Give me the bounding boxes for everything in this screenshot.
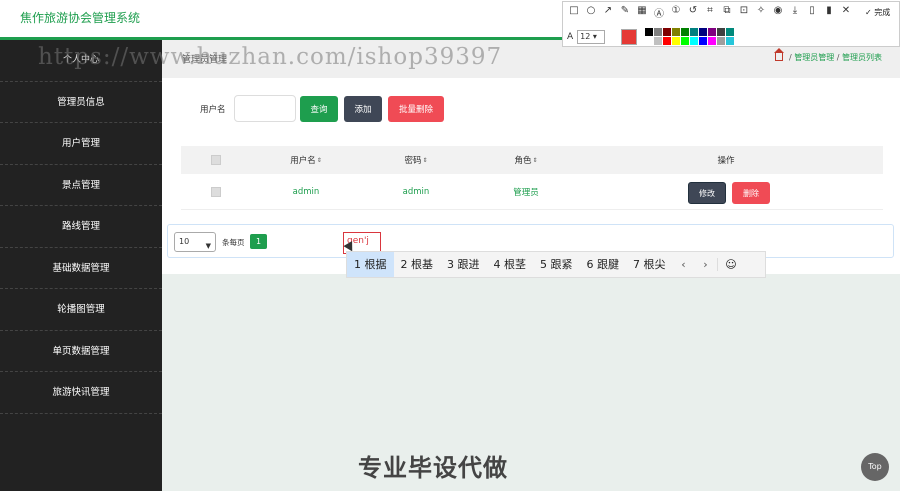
color-swatch[interactable] — [690, 28, 699, 36]
color-swatch[interactable] — [708, 28, 717, 36]
add-button[interactable]: 添加 — [344, 96, 382, 122]
color-swatch[interactable] — [690, 37, 699, 45]
color-swatch[interactable] — [654, 28, 663, 36]
color-swatch[interactable] — [726, 28, 735, 36]
bookmark-icon[interactable]: ▮ — [822, 5, 836, 20]
screenshot-tools: □ ○ ↗ ✎ ▦ Ⓐ ① ↺ ⌗ ⧉ ⊡ ✧ ◉ ⤓ ▯ ▮ ✕ — [567, 5, 853, 20]
number-icon[interactable]: ① — [669, 5, 683, 20]
ime-candidate-bar: 1 根据 2 根基 3 跟进 4 根茎 5 跟紧 6 跟腱 7 根尖 ‹ › ☺ — [346, 251, 766, 278]
username-label: 用户名 — [200, 105, 226, 115]
watermark: https://www.huzhan.com/ishop39397 — [38, 44, 503, 70]
select-all-checkbox[interactable] — [211, 155, 221, 165]
color-swatch[interactable] — [717, 28, 726, 36]
cell-role: 管理员 — [513, 187, 539, 198]
sidebar-item-base-data[interactable]: 基础数据管理 — [0, 248, 162, 289]
ime-prev-icon[interactable]: ‹ — [673, 258, 695, 271]
ellipse-icon[interactable]: ○ — [584, 5, 598, 20]
emoji-icon[interactable]: ☺ — [716, 258, 745, 271]
text-tool-icon[interactable]: Ⓐ — [652, 5, 666, 20]
table-row: admin admin 管理员 修改 删除 — [181, 174, 883, 210]
screenshot-toolbar: □ ○ ↗ ✎ ▦ Ⓐ ① ↺ ⌗ ⧉ ⊡ ✧ ◉ ⤓ ▯ ▮ ✕ ✓ 完成 A… — [562, 1, 900, 47]
ime-next-icon[interactable]: › — [695, 258, 717, 271]
ime-candidate[interactable]: 3 跟进 — [440, 252, 487, 277]
sort-icon: ⇕ — [532, 156, 538, 164]
column-header-role[interactable]: 角色 ⇕ — [486, 146, 566, 174]
sidebar: 个人中心 管理员信息 用户管理 景点管理 路线管理 基础数据管理 轮播图管理 单… — [0, 40, 162, 491]
record-icon[interactable]: ◉ — [771, 5, 785, 20]
sidebar-item-single-page-data[interactable]: 单页数据管理 — [0, 331, 162, 372]
sidebar-item-admin-info[interactable]: 管理员信息 — [0, 82, 162, 123]
column-header-actions: 操作 — [717, 156, 735, 166]
cell-password: admin — [402, 186, 430, 197]
page-number-current[interactable]: 1 — [250, 234, 267, 249]
app-title: 焦作旅游协会管理系统 — [20, 11, 141, 25]
edit-button[interactable]: 修改 — [688, 182, 726, 204]
breadcrumb-item-admin-list: 管理员列表 — [842, 53, 882, 62]
home-icon[interactable] — [774, 48, 785, 61]
delete-button[interactable]: 删除 — [732, 182, 770, 204]
page-size-select[interactable]: 10 ▼ — [174, 232, 216, 252]
mosaic-icon[interactable]: ▦ — [635, 5, 649, 20]
color-swatch[interactable] — [645, 37, 654, 45]
ime-candidate[interactable]: 6 跟腱 — [580, 252, 627, 277]
query-button[interactable]: 查询 — [300, 96, 338, 122]
username-search-input[interactable] — [234, 95, 296, 122]
color-swatch[interactable] — [663, 37, 672, 45]
sidebar-item-scenic-spots[interactable]: 景点管理 — [0, 165, 162, 206]
pen-icon[interactable]: ✎ — [618, 5, 632, 20]
rectangle-icon[interactable]: □ — [567, 5, 581, 20]
download-icon[interactable]: ⤓ — [788, 5, 802, 20]
color-swatch[interactable] — [681, 28, 690, 36]
crop-icon[interactable]: ⌗ — [703, 5, 717, 20]
color-swatch[interactable] — [717, 37, 726, 45]
copy-icon[interactable]: ⧉ — [720, 5, 734, 20]
arrow-icon[interactable]: ↗ — [601, 5, 615, 20]
sidebar-item-routes[interactable]: 路线管理 — [0, 206, 162, 248]
ime-candidate[interactable]: 1 根据 — [347, 252, 394, 277]
admin-table: 用户名 ⇕ 密码 ⇕ 角色 ⇕ 操作 admin admin 管理员 修改 删除 — [181, 146, 883, 210]
back-to-top-button[interactable]: Top — [861, 453, 889, 481]
ime-candidate[interactable]: 7 根尖 — [626, 252, 673, 277]
sidebar-item-user-management[interactable]: 用户管理 — [0, 123, 162, 165]
promo-text: 专业毕设代做 — [358, 454, 508, 482]
sort-icon: ⇕ — [422, 156, 428, 164]
current-color-swatch[interactable] — [621, 28, 638, 45]
color-swatch[interactable] — [699, 37, 708, 45]
done-button[interactable]: ✓ 完成 — [865, 7, 890, 18]
table-header: 用户名 ⇕ 密码 ⇕ 角色 ⇕ 操作 — [181, 146, 883, 174]
phone-icon[interactable]: ▯ — [805, 5, 819, 20]
pin-icon[interactable]: ✧ — [754, 5, 768, 20]
color-swatch[interactable] — [726, 37, 735, 45]
breadcrumb: / 管理员管理 / 管理员列表 — [774, 48, 882, 63]
column-header-username[interactable]: 用户名 ⇕ — [266, 146, 346, 174]
ime-candidate[interactable]: 5 跟紧 — [533, 252, 580, 277]
per-page-label: 条每页 — [222, 238, 245, 247]
row-checkbox[interactable] — [211, 186, 221, 197]
sort-icon: ⇕ — [316, 156, 322, 164]
color-swatch[interactable] — [654, 37, 663, 45]
color-swatch[interactable] — [672, 37, 681, 45]
font-size-icon: A — [567, 31, 574, 42]
color-palette — [645, 28, 735, 45]
close-icon[interactable]: ✕ — [839, 5, 853, 20]
ime-candidate[interactable]: 4 根茎 — [487, 252, 534, 277]
color-swatch[interactable] — [663, 28, 672, 36]
ocr-icon[interactable]: ⊡ — [737, 5, 751, 20]
color-swatch[interactable] — [681, 37, 690, 45]
sidebar-item-carousel[interactable]: 轮播图管理 — [0, 289, 162, 331]
cell-username: admin — [292, 186, 320, 197]
column-header-password[interactable]: 密码 ⇕ — [376, 146, 456, 174]
sidebar-item-travel-news[interactable]: 旅游快讯管理 — [0, 372, 162, 414]
bulk-delete-button[interactable]: 批量删除 — [388, 96, 444, 122]
chevron-down-icon: ▼ — [205, 242, 211, 250]
color-swatch[interactable] — [645, 28, 654, 36]
ime-candidate[interactable]: 2 根基 — [394, 252, 441, 277]
font-size-select[interactable]: 12 ▾ — [577, 29, 606, 44]
undo-icon[interactable]: ↺ — [686, 5, 700, 20]
color-swatch[interactable] — [699, 28, 708, 36]
text-style-controls: A 12 ▾ — [567, 28, 735, 45]
color-swatch[interactable] — [708, 37, 717, 45]
color-swatch[interactable] — [672, 28, 681, 36]
breadcrumb-item-admin-management[interactable]: 管理员管理 — [794, 53, 834, 62]
